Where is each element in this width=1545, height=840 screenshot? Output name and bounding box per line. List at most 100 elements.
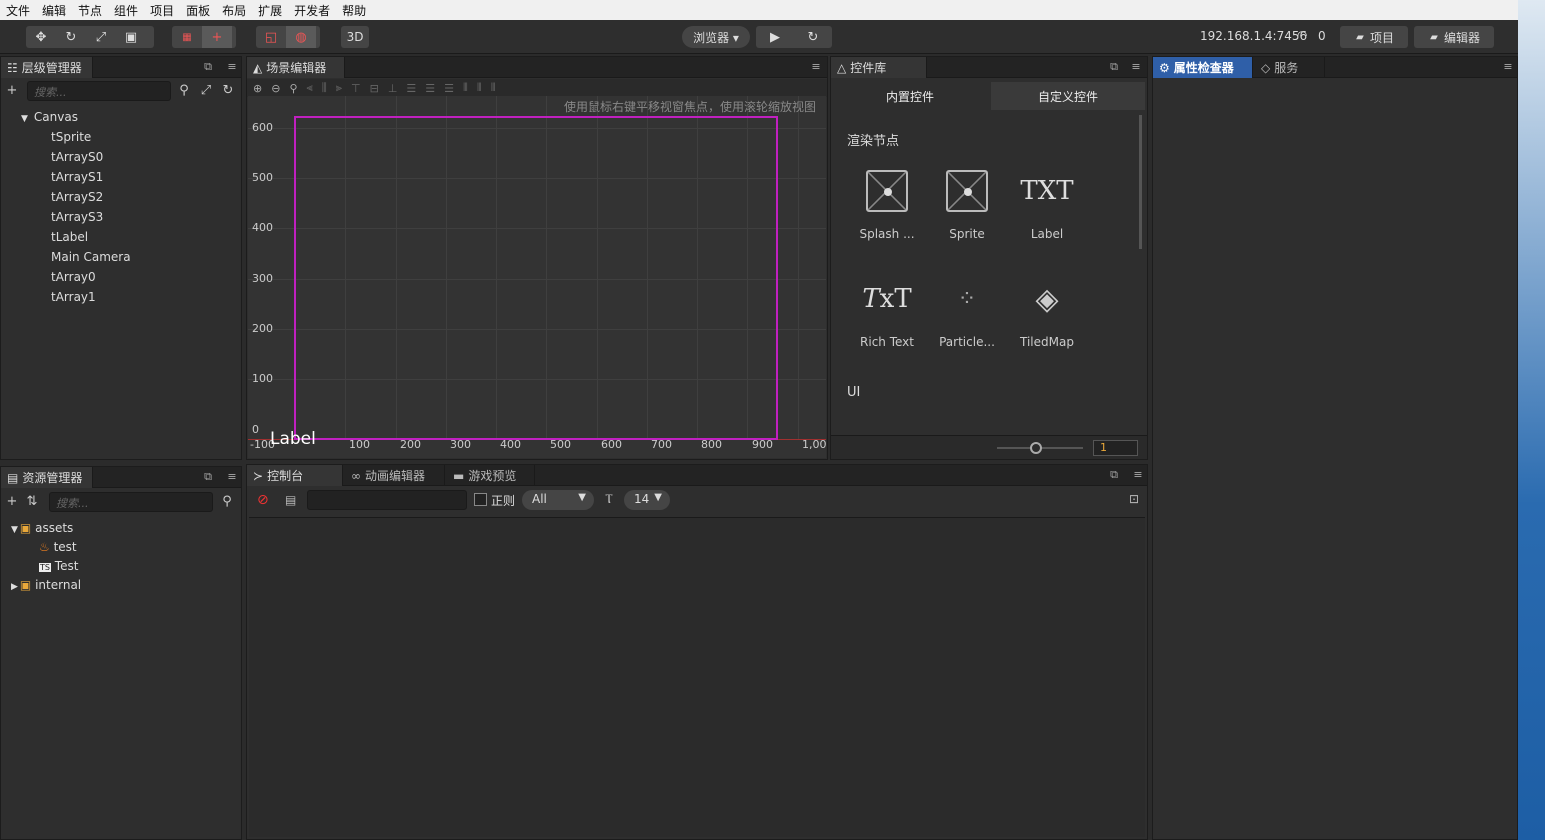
widget-scrollbar[interactable] (1139, 115, 1142, 249)
clear-icon[interactable]: ⊘ (257, 492, 269, 508)
assets-search-input[interactable]: 搜索... (49, 492, 213, 512)
level-select[interactable]: All ▼ (522, 490, 594, 510)
menu-developer[interactable]: 开发者 (288, 2, 336, 19)
tab-scene[interactable]: ◭ 场景编辑器 (247, 57, 345, 78)
zoom-out-icon[interactable]: ⊖ (271, 82, 280, 95)
tab-custom[interactable]: 自定义控件 (991, 82, 1145, 110)
popout-icon[interactable]: ⧉ (1107, 468, 1121, 482)
menu-node[interactable]: 节点 (72, 2, 108, 19)
tab-widgets[interactable]: △ 控件库 (831, 57, 927, 78)
tree-node[interactable]: Main Camera (51, 250, 131, 264)
tab-builtin[interactable]: 内置控件 (831, 79, 989, 113)
console-filter-input[interactable] (307, 490, 467, 510)
refresh-icon[interactable]: ↻ (221, 83, 235, 98)
widget-splash[interactable]: Splash ... (847, 161, 927, 241)
caret-down-icon[interactable]: ▼ (11, 525, 18, 535)
popout-icon[interactable]: ⧉ (201, 60, 215, 74)
tree-node[interactable]: tLabel (51, 230, 88, 244)
tree-node[interactable]: tArrayS2 (51, 190, 103, 204)
hierarchy-search-input[interactable]: 搜索... (27, 81, 171, 101)
distribute-left-icon[interactable]: ⦀ (463, 81, 468, 95)
sort-icon[interactable]: ⇅ (25, 494, 39, 509)
popout-icon[interactable]: ⧉ (201, 470, 215, 484)
browser-select[interactable]: 浏览器 ▾ (682, 26, 750, 48)
add-asset-icon[interactable]: + (5, 494, 19, 509)
widget-label-node[interactable]: TXT Label (1007, 161, 1087, 241)
menu-help[interactable]: 帮助 (336, 2, 372, 19)
scene-viewport[interactable]: 使用鼠标右键平移视窗焦点，使用滚轮缩放视图 600 500 400 300 20… (248, 96, 826, 458)
widget-particle[interactable]: ⁘ Particle... (927, 269, 1007, 350)
align-bottom-icon[interactable]: ⊥ (388, 82, 398, 95)
menu-extension[interactable]: 扩展 (252, 2, 288, 19)
open-editor-button[interactable]: ▰ 编辑器 (1414, 26, 1494, 48)
align-top-icon[interactable]: ⊤ (351, 82, 361, 95)
slider-handle[interactable] (1030, 442, 1042, 454)
rect-tool-icon[interactable]: ▣ (116, 26, 146, 48)
rotate-tool-icon[interactable]: ↻ (56, 26, 86, 48)
menu-file[interactable]: 文件 (0, 2, 36, 19)
tab-console[interactable]: ≻ 控制台 (247, 465, 343, 486)
tree-asset-script[interactable]: TS Test (39, 559, 78, 573)
local-space-icon[interactable]: ◱ (256, 26, 286, 48)
tree-node-canvas[interactable]: ▼ Canvas (21, 110, 78, 124)
search-icon[interactable]: ⚲ (177, 83, 191, 98)
tree-folder-assets[interactable]: ▼ ▣ assets (11, 521, 73, 535)
panel-menu-icon[interactable]: ≡ (1129, 60, 1143, 74)
tab-assets[interactable]: ▤ 资源管理器 (1, 467, 93, 488)
scene-label-node[interactable]: Label (270, 429, 316, 449)
log-file-icon[interactable]: ▤ (285, 493, 296, 507)
distribute-middle-icon[interactable]: ☰ (425, 82, 435, 95)
collapse-icon[interactable]: ⊡ (1129, 492, 1139, 506)
menu-edit[interactable]: 编辑 (36, 2, 72, 19)
open-project-button[interactable]: ▰ 项目 (1340, 26, 1408, 48)
mode-3d-button[interactable]: 3D (341, 26, 369, 48)
tab-animation[interactable]: ∞ 动画编辑器 (345, 465, 445, 486)
console-log-area[interactable] (249, 517, 1145, 837)
tree-node[interactable]: tArrayS1 (51, 170, 103, 184)
tab-services[interactable]: ◇ 服务 (1255, 57, 1325, 78)
tab-inspector[interactable]: ⚙ 属性检查器 (1153, 57, 1253, 78)
size-input[interactable]: 1 (1093, 440, 1138, 456)
expand-all-icon[interactable]: ⤢ (199, 83, 213, 98)
move-tool-icon[interactable]: ✥ (26, 26, 56, 48)
menu-panel[interactable]: 面板 (180, 2, 216, 19)
refresh-icon[interactable]: ↻ (794, 26, 832, 48)
tree-node[interactable]: tArrayS3 (51, 210, 103, 224)
distribute-right-icon[interactable]: ⦀ (491, 81, 496, 95)
pivot-icon[interactable]: ▦ (172, 26, 202, 48)
search-icon[interactable]: ⚲ (220, 494, 234, 509)
tree-asset-scene[interactable]: ♨ test (39, 540, 77, 554)
zoom-reset-icon[interactable]: ⚲ (289, 82, 297, 95)
distribute-top-icon[interactable]: ☰ (406, 82, 416, 95)
distribute-bottom-icon[interactable]: ☰ (444, 82, 454, 95)
align-left-icon[interactable]: ⫷ (307, 81, 313, 95)
menu-layout[interactable]: 布局 (216, 2, 252, 19)
center-icon[interactable]: + (202, 26, 232, 48)
align-right-icon[interactable]: ⫸ (336, 81, 342, 95)
widget-sprite[interactable]: Sprite (927, 161, 1007, 241)
caret-right-icon[interactable]: ▶ (11, 582, 18, 592)
distribute-center-icon[interactable]: ⦀ (477, 81, 482, 95)
tab-game-preview[interactable]: ▬ 游戏预览 (447, 465, 535, 486)
global-space-icon[interactable]: ◍ (286, 26, 316, 48)
tree-node[interactable]: tArrayS0 (51, 150, 103, 164)
align-vcenter-icon[interactable]: ⊟ (370, 82, 379, 95)
popout-icon[interactable]: ⧉ (1107, 60, 1121, 74)
widget-richtext[interactable]: TxT Rich Text (847, 269, 927, 349)
align-hcenter-icon[interactable]: ⫼ (322, 81, 327, 95)
play-icon[interactable]: ▶ (756, 26, 794, 48)
panel-menu-icon[interactable]: ≡ (225, 470, 239, 484)
panel-menu-icon[interactable]: ≡ (1131, 468, 1145, 482)
menu-project[interactable]: 项目 (144, 2, 180, 19)
caret-down-icon[interactable]: ▼ (21, 114, 28, 124)
tree-node[interactable]: tArray0 (51, 270, 96, 284)
panel-menu-icon[interactable]: ≡ (809, 60, 823, 74)
menu-component[interactable]: 组件 (108, 2, 144, 19)
regex-checkbox[interactable] (474, 493, 487, 506)
tree-node[interactable]: tArray1 (51, 290, 96, 304)
zoom-in-icon[interactable]: ⊕ (253, 82, 262, 95)
add-node-icon[interactable]: + (5, 83, 19, 98)
panel-menu-icon[interactable]: ≡ (225, 60, 239, 74)
tree-node[interactable]: tSprite (51, 130, 91, 144)
scale-tool-icon[interactable]: ⤢ (86, 26, 116, 48)
